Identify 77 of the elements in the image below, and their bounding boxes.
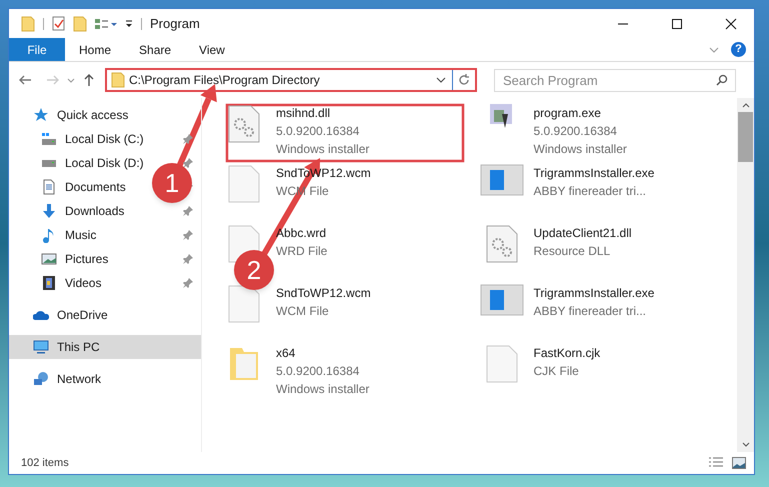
search-field[interactable]: Search Program xyxy=(494,68,736,92)
pin-icon xyxy=(183,278,193,288)
window-icon xyxy=(480,284,524,316)
network-icon xyxy=(33,371,49,387)
pin-icon xyxy=(183,158,193,168)
file-name[interactable]: msihnd.dll xyxy=(276,104,370,122)
scrollbar[interactable] xyxy=(737,98,754,452)
refresh-icon[interactable] xyxy=(457,73,471,87)
view-options-icon[interactable] xyxy=(95,18,117,30)
ribbon-tab[interactable]: Home xyxy=(65,38,126,61)
file-detail: Windows installer xyxy=(534,141,627,158)
document-icon xyxy=(41,179,57,195)
download-arrow-icon xyxy=(41,203,57,219)
file-detail: Windows installer xyxy=(276,141,370,158)
picture-icon xyxy=(41,251,57,267)
scroll-thumb[interactable] xyxy=(738,112,753,162)
blank-file-icon xyxy=(226,164,262,204)
installer-icon xyxy=(490,104,514,130)
file-detail: 5.0.9200.16384 xyxy=(276,123,360,140)
file-name[interactable]: SndToWP12.wcm xyxy=(276,284,371,302)
search-icon[interactable] xyxy=(716,74,728,86)
nav-item[interactable]: Videos xyxy=(41,271,106,295)
star-icon xyxy=(33,107,49,123)
pin-icon xyxy=(183,230,193,240)
address-bar[interactable]: C:\Program Files\Program Directory xyxy=(105,68,477,92)
item-count: 102 items xyxy=(21,456,70,471)
new-folder-icon xyxy=(73,16,87,32)
blank-file-icon xyxy=(226,284,262,324)
nav-item[interactable]: Documents xyxy=(41,175,130,199)
expand-ribbon-icon[interactable] xyxy=(709,46,719,52)
file-detail: WCM File xyxy=(276,303,330,320)
nav-item[interactable]: OneDrive xyxy=(33,303,112,327)
file-detail: ABBY finereader tri... xyxy=(534,183,647,200)
nav-item[interactable]: Quick access xyxy=(33,103,132,127)
film-icon xyxy=(41,275,57,291)
ribbon-tab[interactable]: Share xyxy=(125,38,186,61)
file-detail: Resource DLL xyxy=(534,243,612,260)
nav-item[interactable]: This PC xyxy=(9,335,201,359)
pin-icon xyxy=(183,254,193,264)
monitor-icon xyxy=(33,339,49,355)
folder-icon xyxy=(21,16,35,32)
file-name[interactable]: x64 xyxy=(276,344,370,362)
file-detail: CJK File xyxy=(534,363,580,380)
window-icon xyxy=(480,164,524,196)
help-button[interactable]: ? xyxy=(731,42,746,57)
drive-icon xyxy=(41,131,57,147)
properties-icon[interactable] xyxy=(52,16,65,31)
blank-file-icon xyxy=(484,344,520,384)
file-name[interactable]: FastKorn.cjk xyxy=(534,344,600,362)
file-detail: ABBY finereader tri... xyxy=(534,303,647,320)
file-name[interactable]: TrigrammsInstaller.exe xyxy=(534,284,654,302)
address-path: C:\Program Files\Program Directory xyxy=(129,72,321,89)
file-detail: Windows installer xyxy=(276,381,370,398)
file-name[interactable]: UpdateClient21.dll xyxy=(534,224,632,242)
folder-icon xyxy=(111,72,125,88)
nav-item[interactable]: Local Disk (C:) xyxy=(41,127,148,151)
ribbon-tab[interactable]: View xyxy=(185,38,239,61)
nav-item[interactable]: Local Disk (D:) xyxy=(41,151,148,175)
drive-icon xyxy=(41,160,57,166)
nav-item[interactable]: Network xyxy=(33,367,106,391)
pin-icon xyxy=(183,134,193,144)
gears-file-icon xyxy=(484,224,520,264)
file-name[interactable]: program.exe xyxy=(534,104,627,122)
nav-item[interactable]: Downloads xyxy=(41,199,128,223)
dropdown-icon[interactable] xyxy=(434,75,448,85)
window-title: Program xyxy=(150,14,201,33)
pin-icon xyxy=(183,206,193,216)
nav-item[interactable]: Music xyxy=(41,223,100,247)
nav-item[interactable]: Pictures xyxy=(41,247,112,271)
file-detail: 5.0.9200.16384 xyxy=(534,123,618,140)
file-detail: 5.0.9200.16384 xyxy=(276,363,360,380)
customize-toolbar-icon[interactable] xyxy=(125,18,133,28)
file-name[interactable]: TrigrammsInstaller.exe xyxy=(534,164,654,182)
file-tab[interactable]: File xyxy=(9,38,65,61)
file-detail: WRD File xyxy=(276,243,328,260)
large-icons-view-icon[interactable] xyxy=(732,457,746,469)
gears-file-icon xyxy=(226,104,262,144)
